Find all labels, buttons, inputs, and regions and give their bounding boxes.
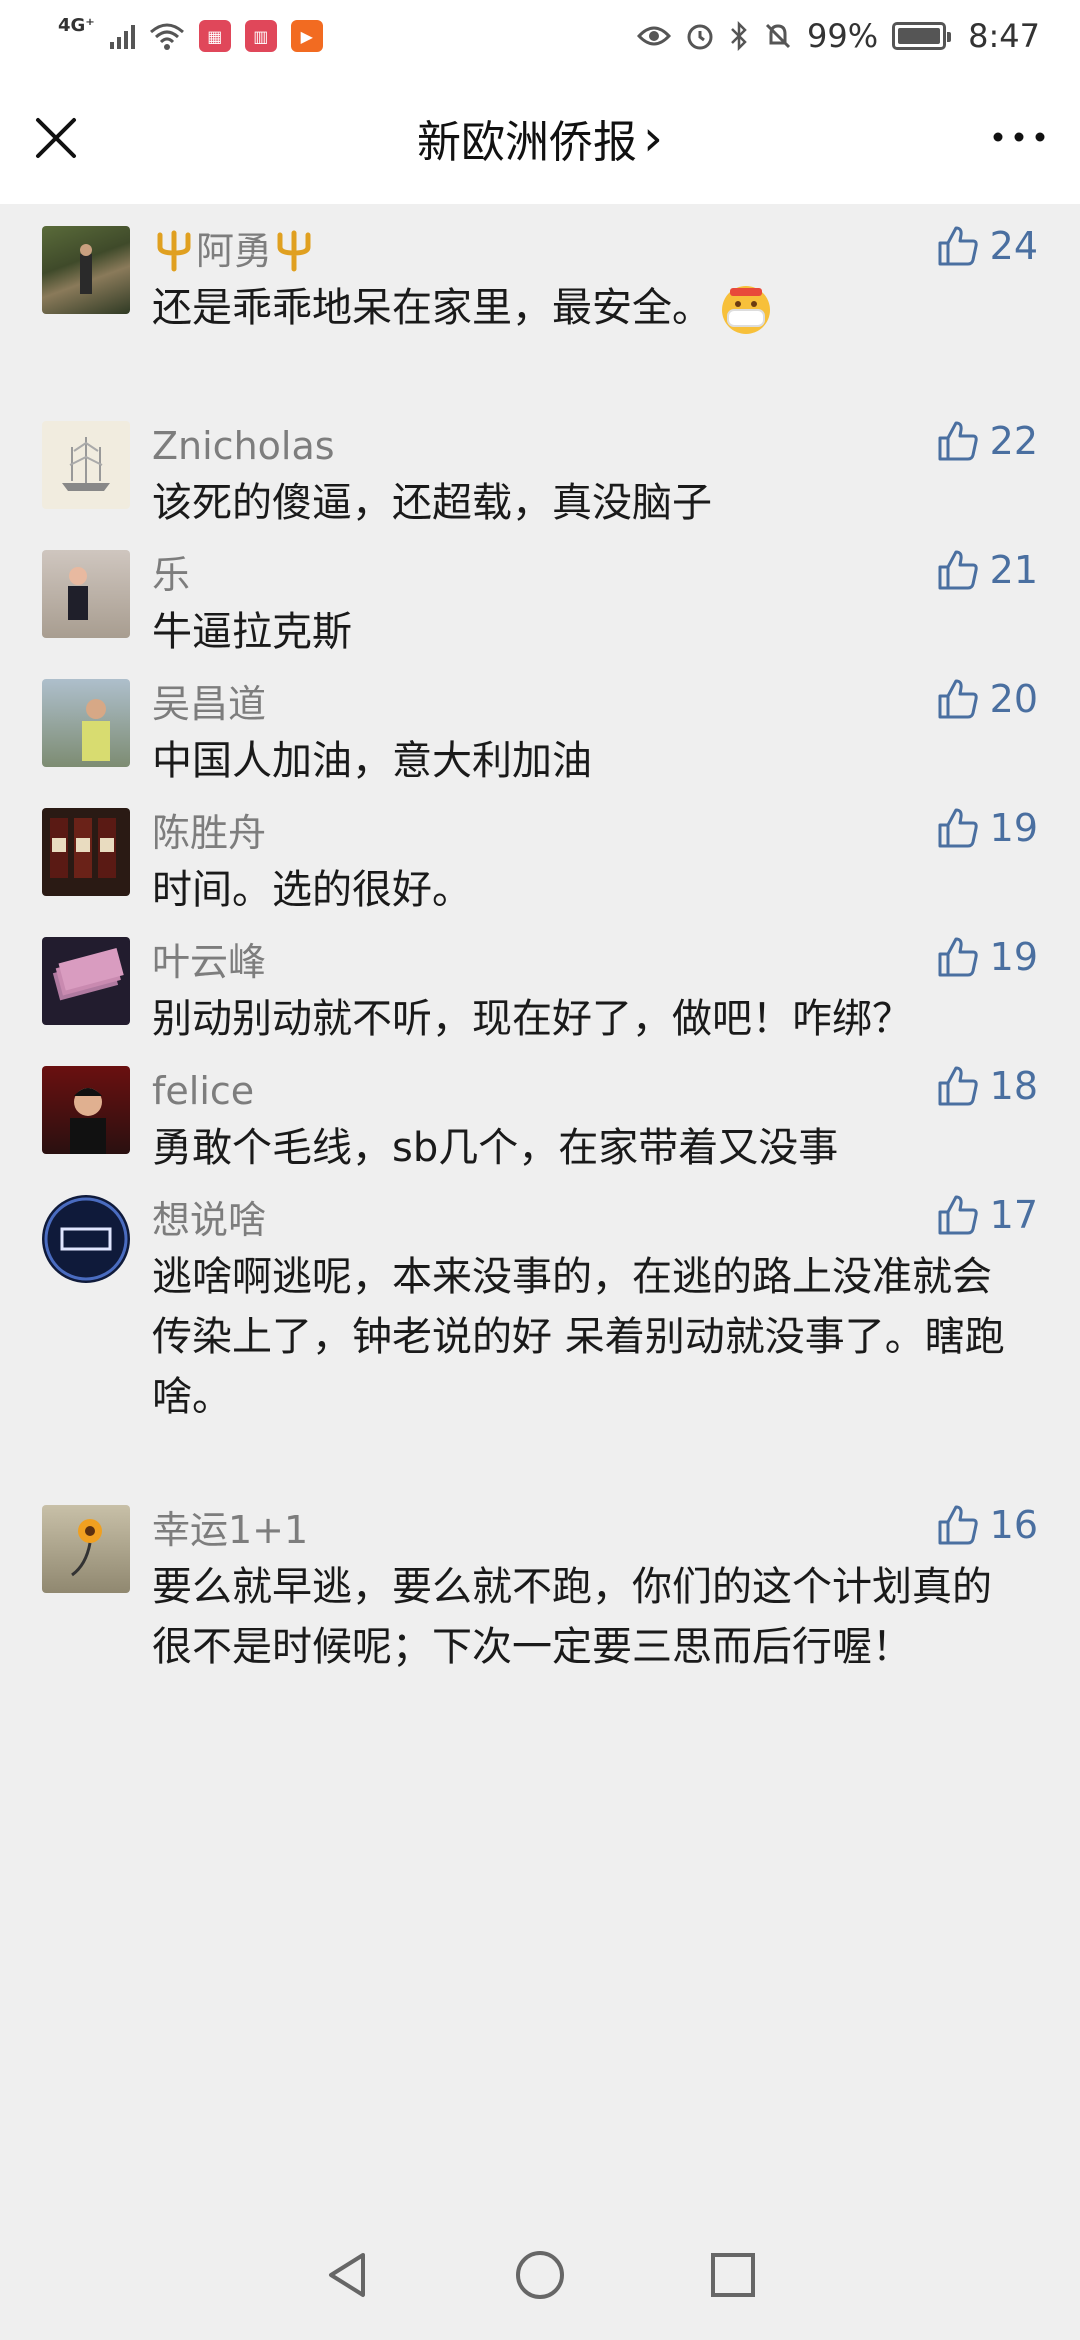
system-nav-bar: [0, 2210, 1080, 2340]
thumbs-up-icon: [938, 679, 978, 719]
comment-text: 该死的傻逼，还超载，真没脑子: [152, 480, 712, 526]
like-button[interactable]: 19: [936, 806, 1038, 850]
comment-item: felice 勇敢个毛线，sb几个，在家带着又没事 18: [0, 1044, 1080, 1173]
eye-icon: [637, 26, 672, 46]
avatar[interactable]: [42, 1505, 130, 1593]
comment-text: 要么就早逃，要么就不跑，你们的这个计划真的很不是时候呢；下次一定要三思而后行喔！: [152, 1564, 992, 1670]
avatar[interactable]: [42, 550, 130, 638]
like-count: 22: [989, 419, 1038, 463]
like-button[interactable]: 20: [936, 677, 1038, 721]
like-button[interactable]: 21: [936, 548, 1038, 592]
signal-icon: [109, 25, 135, 49]
comment-item: 想说啥 逃啥啊逃呢，本来没事的，在逃的路上没准就会传染上了，钟老说的好 呆着别动…: [0, 1173, 1080, 1483]
like-button[interactable]: 22: [936, 419, 1038, 463]
like-count: 19: [989, 935, 1038, 979]
comment-list[interactable]: 阿勇 还是乖乖地呆在家里，最安全。 24 Znicholas 该死的傻逼，还超载…: [0, 204, 1080, 2210]
comment-text: 时间。选的很好。: [152, 867, 472, 913]
comment-author[interactable]: 乐: [152, 548, 1040, 602]
alarm-icon: [687, 24, 713, 50]
thumbs-up-icon: [938, 1195, 978, 1235]
more-icon[interactable]: [990, 122, 1048, 152]
clock-time: 8:47: [968, 17, 1040, 55]
battery-percent: 99%: [807, 17, 879, 55]
thumbs-up-icon: [938, 550, 978, 590]
avatar[interactable]: [42, 1066, 130, 1154]
like-count: 20: [989, 677, 1038, 721]
comment-author[interactable]: 想说啥: [152, 1193, 1040, 1247]
status-bar: 4G⁺ ▦ ▥ ▶ 99% 8:47: [0, 0, 1080, 72]
comment-text: 牛逼拉克斯: [152, 609, 352, 655]
comment-item: 幸运1+1 要么就早逃，要么就不跑，你们的这个计划真的很不是时候呢；下次一定要三…: [0, 1483, 1080, 1793]
close-icon[interactable]: [30, 112, 82, 164]
video-app-icon: ▶: [290, 20, 323, 52]
book-app-icon: ▥: [244, 20, 277, 52]
comment-text: 别动别动就不听，现在好了，做吧！咋绑？: [152, 996, 912, 1042]
comment-author[interactable]: 叶云峰: [152, 935, 1040, 989]
trident-icon: [157, 230, 191, 272]
status-right: 99% 8:47: [637, 17, 1040, 55]
comment-author[interactable]: Znicholas: [152, 419, 1040, 473]
avatar[interactable]: [42, 226, 130, 314]
status-left: 4G⁺ ▦ ▥ ▶: [58, 15, 323, 52]
comment-item: 叶云峰 别动别动就不听，现在好了，做吧！咋绑？ 19: [0, 915, 1080, 1044]
recents-nav-icon[interactable]: [705, 2247, 761, 2303]
like-button[interactable]: 24: [936, 224, 1038, 268]
title-bar: 新欧洲侨报 ›: [0, 72, 1080, 204]
comment-text: 勇敢个毛线，sb几个，在家带着又没事: [152, 1125, 839, 1171]
comment-text: 逃啥啊逃呢，本来没事的，在逃的路上没准就会传染上了，钟老说的好 呆着别动就没事了…: [152, 1254, 1005, 1420]
network-type: 4G⁺: [58, 15, 95, 36]
comment-item: 阿勇 还是乖乖地呆在家里，最安全。 24: [0, 204, 1080, 399]
comment-item: 吴昌道 中国人加油，意大利加油 20: [0, 657, 1080, 786]
page-title[interactable]: 新欧洲侨报 ›: [417, 106, 663, 170]
like-count: 17: [989, 1193, 1038, 1237]
like-count: 21: [989, 548, 1038, 592]
comment-author[interactable]: 阿勇: [152, 224, 1040, 278]
back-nav-icon[interactable]: [319, 2247, 375, 2303]
comment-text: 中国人加油，意大利加油: [152, 738, 592, 784]
like-count: 24: [989, 224, 1038, 268]
like-count: 16: [989, 1503, 1038, 1547]
comment-author[interactable]: 吴昌道: [152, 677, 1040, 731]
mute-bell-icon: [765, 23, 791, 49]
like-count: 18: [989, 1064, 1038, 1108]
avatar[interactable]: [42, 421, 130, 509]
thumbs-up-icon: [938, 937, 978, 977]
comment-item: 陈胜舟 时间。选的很好。 19: [0, 786, 1080, 915]
comment-item: 乐 牛逼拉克斯 21: [0, 528, 1080, 657]
thumbs-up-icon: [938, 808, 978, 848]
wifi-icon: [149, 23, 184, 50]
thumbs-up-icon: [938, 1505, 978, 1545]
comment-author[interactable]: 幸运1+1: [152, 1503, 1040, 1557]
avatar[interactable]: [42, 808, 130, 896]
trident-icon: [277, 230, 311, 272]
avatar[interactable]: [42, 679, 130, 767]
home-nav-icon[interactable]: [512, 2247, 568, 2303]
comment-text: 还是乖乖地呆在家里，最安全。: [152, 278, 1040, 338]
like-button[interactable]: 18: [936, 1064, 1038, 1108]
avatar[interactable]: [42, 937, 130, 1025]
comment-author[interactable]: felice: [152, 1064, 1040, 1118]
calendar-app-icon: ▦: [198, 20, 231, 52]
like-button[interactable]: 16: [936, 1503, 1038, 1547]
like-button[interactable]: 19: [936, 935, 1038, 979]
avatar[interactable]: [42, 1195, 130, 1283]
thumbs-up-icon: [938, 226, 978, 266]
like-count: 19: [989, 806, 1038, 850]
thumbs-up-icon: [938, 421, 978, 461]
mask-face-emoji-icon: [722, 286, 770, 334]
comment-item: Znicholas 该死的傻逼，还超载，真没脑子 22: [0, 399, 1080, 528]
comment-author[interactable]: 陈胜舟: [152, 806, 1040, 860]
chevron-right-icon: ›: [643, 109, 663, 167]
like-button[interactable]: 17: [936, 1193, 1038, 1237]
battery-icon: [892, 22, 952, 50]
page-title-text: 新欧洲侨报: [417, 117, 637, 168]
bluetooth-icon: [731, 21, 747, 51]
thumbs-up-icon: [938, 1066, 978, 1106]
